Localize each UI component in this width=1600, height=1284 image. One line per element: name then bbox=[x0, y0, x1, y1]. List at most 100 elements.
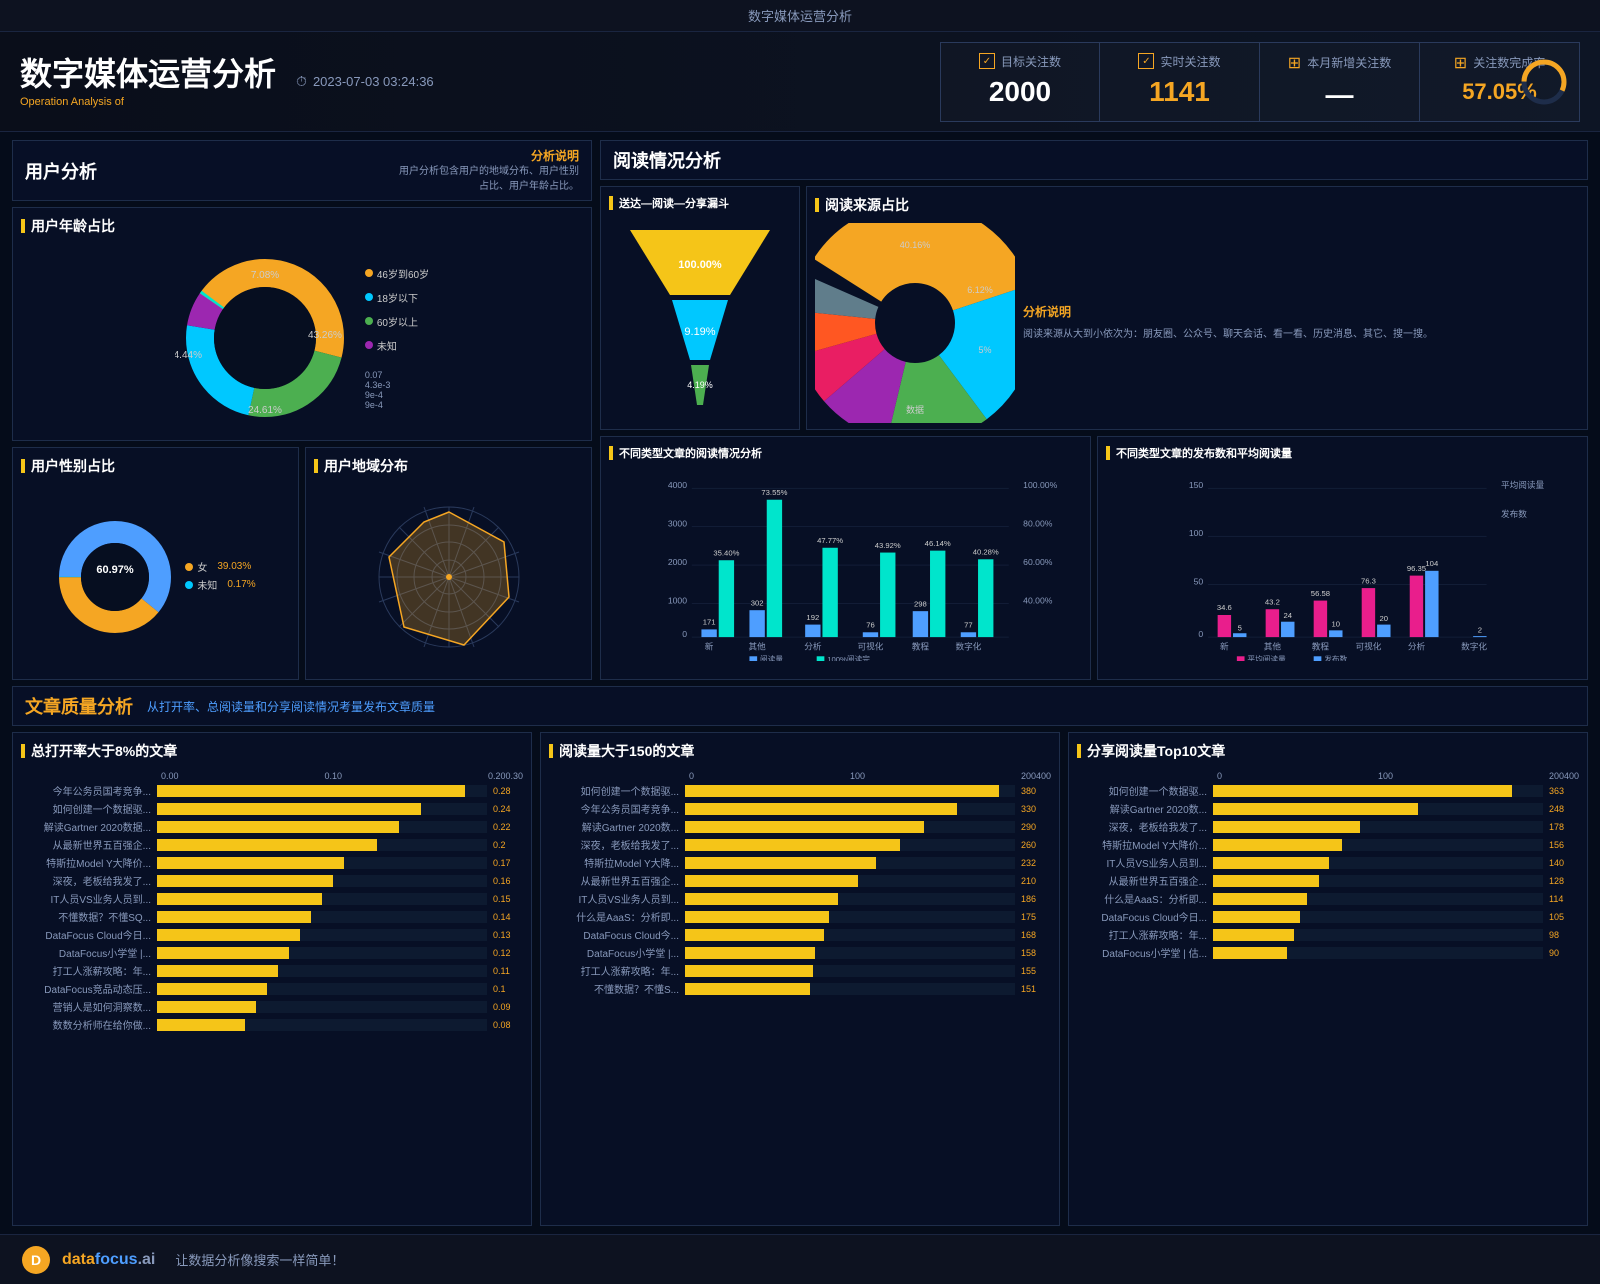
funnel-chart-panel: 送达—阅读—分享漏斗 100.00% 9.19% bbox=[600, 186, 800, 430]
bar-label: DataFocus小学堂 | 估... bbox=[1077, 945, 1207, 960]
bar-fill bbox=[685, 911, 829, 923]
read-count-chart-title: 阅读量大于150的文章 bbox=[549, 741, 1051, 761]
svg-text:数字化: 数字化 bbox=[955, 641, 981, 652]
svg-text:数据: 数据 bbox=[906, 404, 924, 415]
bar-row: 不懂数据？不懂S...151 bbox=[549, 981, 1051, 996]
svg-text:分析: 分析 bbox=[1408, 641, 1426, 652]
svg-text:40.28%: 40.28% bbox=[973, 547, 999, 556]
bar-value: 330 bbox=[1021, 804, 1051, 814]
svg-text:10: 10 bbox=[1332, 620, 1341, 629]
bar-row: DataFocus Cloud今日...0.13 bbox=[21, 927, 523, 942]
bar-row: 什么是AaaS：分析即...114 bbox=[1077, 891, 1579, 906]
top-bar-title: 数字媒体运营分析 bbox=[748, 9, 852, 24]
bar-value: 168 bbox=[1021, 930, 1051, 940]
bar-track bbox=[1213, 929, 1543, 941]
bar-track bbox=[685, 911, 1015, 923]
svg-text:302: 302 bbox=[751, 598, 764, 607]
user-section-label: 用户分析 bbox=[25, 158, 97, 184]
bar-value: 210 bbox=[1021, 876, 1051, 886]
bar-fill bbox=[157, 929, 300, 941]
bar-row: DataFocus小学堂 | 估...90 bbox=[1077, 945, 1579, 960]
bar-track bbox=[685, 785, 1015, 797]
bar-indicator-type-reading bbox=[609, 446, 613, 460]
bar-row: 如何创建一个数据驱...380 bbox=[549, 783, 1051, 798]
svg-text:6.12%: 6.12% bbox=[967, 285, 993, 295]
bar-indicator-share bbox=[1077, 744, 1081, 758]
funnel-chart-title: 送达—阅读—分享漏斗 bbox=[609, 195, 791, 211]
bar-track bbox=[157, 911, 487, 923]
bar-value: 0.16 bbox=[493, 876, 523, 886]
bar-fill bbox=[157, 911, 311, 923]
svg-text:教程: 教程 bbox=[912, 641, 930, 652]
bar-track bbox=[685, 893, 1015, 905]
stat-target-followers: ✓ 目标关注数 2000 bbox=[940, 42, 1100, 122]
bar-track bbox=[157, 803, 487, 815]
read-count-bars: 如何创建一个数据驱...380 今年公务员国考竞争... 330 解读Gartner … bbox=[549, 783, 1051, 996]
bar-row: 打工人涨薪攻略：年...0.11 bbox=[21, 963, 523, 978]
bar-label: 打工人涨薪攻略：年... bbox=[549, 963, 679, 978]
type-reading-chart-panel: 不同类型文章的阅读情况分析 4000 3000 2000 1000 0 100.… bbox=[600, 436, 1091, 680]
bar-track bbox=[157, 965, 487, 977]
svg-text:5%: 5% bbox=[978, 345, 991, 355]
bar-label: 今年公务员国考竞争... bbox=[549, 801, 679, 816]
bar-value: 0.2 bbox=[493, 840, 523, 850]
open-rate-chart-panel: 总打开率大于8%的文章 0.000.100.200.30 今年公务员国考竞争..… bbox=[12, 732, 532, 1226]
header-datetime: ⏱ 2023-07-03 03:24:36 bbox=[296, 73, 434, 90]
bar-row: DataFocus Cloud今...168 bbox=[549, 927, 1051, 942]
bar-row: 解读Gartner 2020数...290 bbox=[549, 819, 1051, 834]
age-legend-2: 18岁以下 bbox=[365, 290, 429, 305]
avg-reading-chart-title: 不同类型文章的发布数和平均阅读量 bbox=[1106, 445, 1579, 461]
svg-text:76.3: 76.3 bbox=[1361, 576, 1376, 585]
source-chart-title: 阅读来源占比 bbox=[815, 195, 1579, 215]
bar-track bbox=[685, 821, 1015, 833]
share-chart-title: 分享阅读量Top10文章 bbox=[1077, 741, 1579, 761]
bar-label: 深夜，老板给我发了... bbox=[549, 837, 679, 852]
bar-track bbox=[685, 983, 1015, 995]
bar-value: 0.08 bbox=[493, 1020, 523, 1030]
bar-label: DataFocus竞品动态压... bbox=[21, 981, 151, 996]
bar-label: 解读Gartner 2020数... bbox=[1077, 801, 1207, 816]
bar-track bbox=[157, 875, 487, 887]
bar-value: 0.09 bbox=[493, 1002, 523, 1012]
stat-value-2: 1141 bbox=[1124, 76, 1235, 108]
bar-value: 178 bbox=[1549, 822, 1579, 832]
bar-fill bbox=[685, 839, 900, 851]
bar-fill bbox=[157, 857, 344, 869]
svg-text:其他: 其他 bbox=[749, 641, 767, 652]
svg-text:24.44%: 24.44% bbox=[175, 350, 202, 361]
bar-value: 232 bbox=[1021, 858, 1051, 868]
bar-label: 什么是AaaS：分析即... bbox=[549, 909, 679, 924]
bar-value: 380 bbox=[1021, 786, 1051, 796]
bar-fill bbox=[157, 821, 399, 833]
svg-text:平均阅读量: 平均阅读量 bbox=[1247, 654, 1286, 661]
bar-row: 深夜，老板给我发了...178 bbox=[1077, 819, 1579, 834]
bar-label: 从最新世界五百强企... bbox=[1077, 873, 1207, 888]
bar-label: 打工人涨薪攻略：年... bbox=[21, 963, 151, 978]
age-legend-4: 未知 bbox=[365, 338, 429, 353]
bar-track bbox=[685, 965, 1015, 977]
bar-label: 如何创建一个数据驱... bbox=[1077, 783, 1207, 798]
gender-legend-unknown: 未知 0.17% bbox=[185, 577, 255, 592]
footer: D datafocus.ai 让数据分析像搜索一样简单！ bbox=[0, 1234, 1600, 1284]
bar-label: 特斯拉Model Y大降价... bbox=[1077, 837, 1207, 852]
svg-text:可视化: 可视化 bbox=[1355, 641, 1381, 652]
svg-text:192: 192 bbox=[806, 613, 819, 622]
source-note-title: 分析说明 bbox=[1023, 303, 1579, 320]
share-bars: 如何创建一个数据驱...363解读Gartner 2020数...248深夜，老… bbox=[1077, 783, 1579, 960]
stat-completion-rate: ⊞ 关注数完成率 57.05% bbox=[1420, 42, 1580, 122]
bar-track bbox=[157, 983, 487, 995]
bar-value: 0.24 bbox=[493, 804, 523, 814]
bar-row: DataFocus竞品动态压...0.1 bbox=[21, 981, 523, 996]
svg-text:73.55%: 73.55% bbox=[761, 488, 787, 497]
user-analysis-section: 用户分析 分析说明 用户分析包含用户的地域分布、用户性别占比、用户年龄占比。 用… bbox=[12, 140, 592, 680]
bar-row: 深夜，老板给我发了...260 bbox=[549, 837, 1051, 852]
main-title: 数字媒体运营分析 bbox=[20, 55, 276, 93]
bar-track bbox=[157, 839, 487, 851]
bar-fill bbox=[1213, 929, 1294, 941]
svg-text:0: 0 bbox=[1198, 629, 1203, 639]
bar-label: DataFocus Cloud今日... bbox=[1077, 909, 1207, 924]
svg-text:D: D bbox=[31, 1252, 41, 1268]
bar-fill bbox=[1213, 857, 1329, 869]
bar-track bbox=[685, 857, 1015, 869]
bar-fill bbox=[685, 929, 824, 941]
